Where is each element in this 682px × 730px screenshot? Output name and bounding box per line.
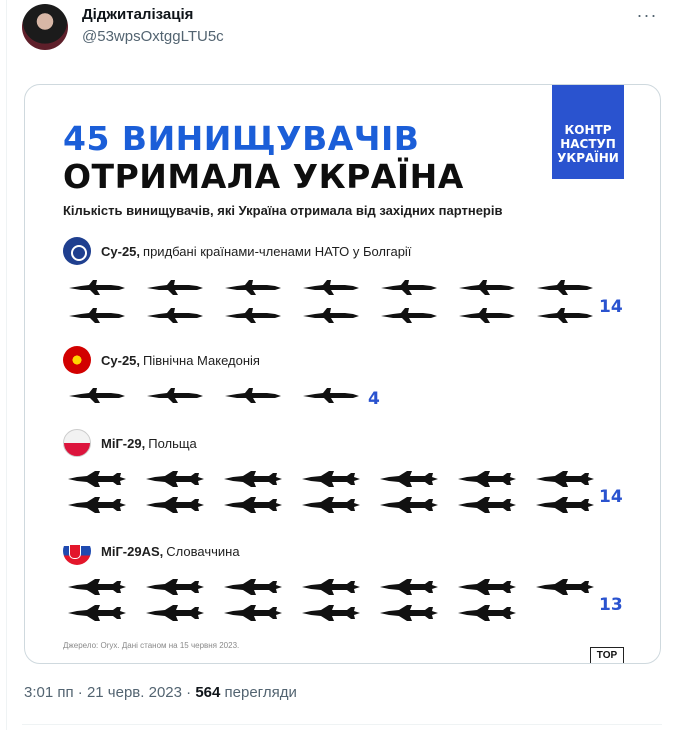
- aircraft-icon: [223, 277, 283, 297]
- infographic-title-line2: ОТРИМАЛА УКРАЇНА: [63, 157, 464, 196]
- badge-line: КОНТР: [564, 123, 612, 137]
- aircraft-icon: [301, 277, 361, 297]
- aircraft-icon: [457, 277, 517, 297]
- section-source: придбані країнами-членами НАТО у Болгарі…: [143, 243, 412, 259]
- timeline-divider: [6, 0, 7, 730]
- slovakia-flag-icon: [63, 537, 91, 565]
- author-display-name[interactable]: Діджиталізація: [82, 6, 193, 23]
- aircraft-name: МіГ-29AS,: [101, 543, 164, 559]
- aircraft-icon: [301, 305, 361, 325]
- aircraft-icon: [301, 469, 361, 489]
- section-source: Північна Македонія: [143, 352, 260, 368]
- aircraft-icon: [223, 577, 283, 597]
- aircraft-icon: [145, 469, 205, 489]
- aircraft-icon: [223, 495, 283, 515]
- section-count: 14: [599, 487, 623, 507]
- section-label-4: МіГ-29AS, Словаччина: [63, 537, 240, 565]
- aircraft-name: МіГ-29,: [101, 435, 146, 451]
- aircraft-icon: [223, 385, 283, 405]
- aircraft-name: Су-25,: [101, 352, 141, 368]
- aircraft-icon: [67, 603, 127, 623]
- avatar[interactable]: [22, 4, 68, 50]
- aircraft-icon: [67, 469, 127, 489]
- section-source: Словаччина: [166, 543, 240, 559]
- tweet-time[interactable]: 3:01 пп: [24, 684, 74, 701]
- aircraft-icon: [145, 603, 205, 623]
- north-macedonia-flag-icon: [63, 346, 91, 374]
- tweet-date[interactable]: 21 черв. 2023: [87, 684, 182, 701]
- kontrnastup-badge: КОНТР НАСТУП УКРАЇНИ: [552, 85, 624, 179]
- views-count: 564: [195, 684, 221, 701]
- poland-flag-icon: [63, 429, 91, 457]
- aircraft-icon: [535, 495, 595, 515]
- aircraft-icon: [67, 277, 127, 297]
- section-count: 14: [599, 297, 623, 317]
- aircraft-icon: [301, 603, 361, 623]
- source-note: Джерело: Oryx. Дані станом на 15 червня …: [63, 641, 240, 650]
- tweet-media-image[interactable]: 45 ВИНИЩУВАЧІВ ОТРИМАЛА УКРАЇНА КОНТР НА…: [24, 84, 661, 664]
- author-handle[interactable]: @53wpsOxtggLTU5c: [82, 28, 224, 45]
- meta-separator: ·: [73, 684, 87, 701]
- infographic-title-line1: 45 ВИНИЩУВАЧІВ: [63, 119, 420, 158]
- aircraft-icon: [379, 469, 439, 489]
- aircraft-icon: [301, 577, 361, 597]
- aircraft-icon: [379, 603, 439, 623]
- section-label-1: Су-25, придбані країнами-членами НАТО у …: [63, 237, 411, 265]
- aircraft-icon: [67, 385, 127, 405]
- aircraft-icon: [223, 469, 283, 489]
- aircraft-icon: [67, 577, 127, 597]
- aircraft-icon: [535, 577, 595, 597]
- aircraft-icon: [379, 277, 439, 297]
- aircraft-icon: [457, 305, 517, 325]
- badge-line: УКРАЇНИ: [557, 151, 619, 165]
- section-label-3: МіГ-29, Польща: [63, 429, 197, 457]
- section-source: Польща: [148, 435, 197, 451]
- section-label-2: Су-25, Північна Македонія: [63, 346, 260, 374]
- aircraft-icon: [457, 577, 517, 597]
- section-count: 4: [368, 389, 380, 409]
- aircraft-icon: [535, 305, 595, 325]
- aircraft-icon: [223, 305, 283, 325]
- section-count: 13: [599, 595, 623, 615]
- meta-separator: ·: [181, 684, 196, 701]
- aircraft-icon: [67, 495, 127, 515]
- aircraft-icon: [535, 277, 595, 297]
- aircraft-icon: [223, 603, 283, 623]
- aircraft-icon: [145, 385, 205, 405]
- aircraft-icon: [457, 603, 517, 623]
- aircraft-icon: [535, 469, 595, 489]
- aircraft-icon: [301, 495, 361, 515]
- aircraft-icon: [145, 577, 205, 597]
- aircraft-icon: [301, 385, 361, 405]
- tweet-meta: 3:01 пп · 21 черв. 2023 · 564 перегляди: [24, 684, 297, 701]
- infographic-subtitle: Кількість винищувачів, які Україна отрим…: [63, 203, 503, 218]
- aircraft-icon: [145, 495, 205, 515]
- aircraft-icon: [145, 277, 205, 297]
- aircraft-icon: [67, 305, 127, 325]
- tweet-bottom-divider: [22, 724, 662, 725]
- more-options-icon[interactable]: ···: [632, 6, 662, 30]
- tweet-header: Діджиталізація @53wpsOxtggLTU5c ···: [22, 4, 662, 50]
- aircraft-icon: [379, 495, 439, 515]
- aircraft-name: Су-25,: [101, 243, 141, 259]
- top-logo: TOP: [590, 647, 624, 663]
- nato-flag-icon: [63, 237, 91, 265]
- aircraft-icon: [457, 495, 517, 515]
- views-label: перегляди: [220, 684, 297, 701]
- aircraft-icon: [457, 469, 517, 489]
- aircraft-icon: [379, 577, 439, 597]
- aircraft-icon: [379, 305, 439, 325]
- badge-line: НАСТУП: [560, 137, 616, 151]
- aircraft-icon: [145, 305, 205, 325]
